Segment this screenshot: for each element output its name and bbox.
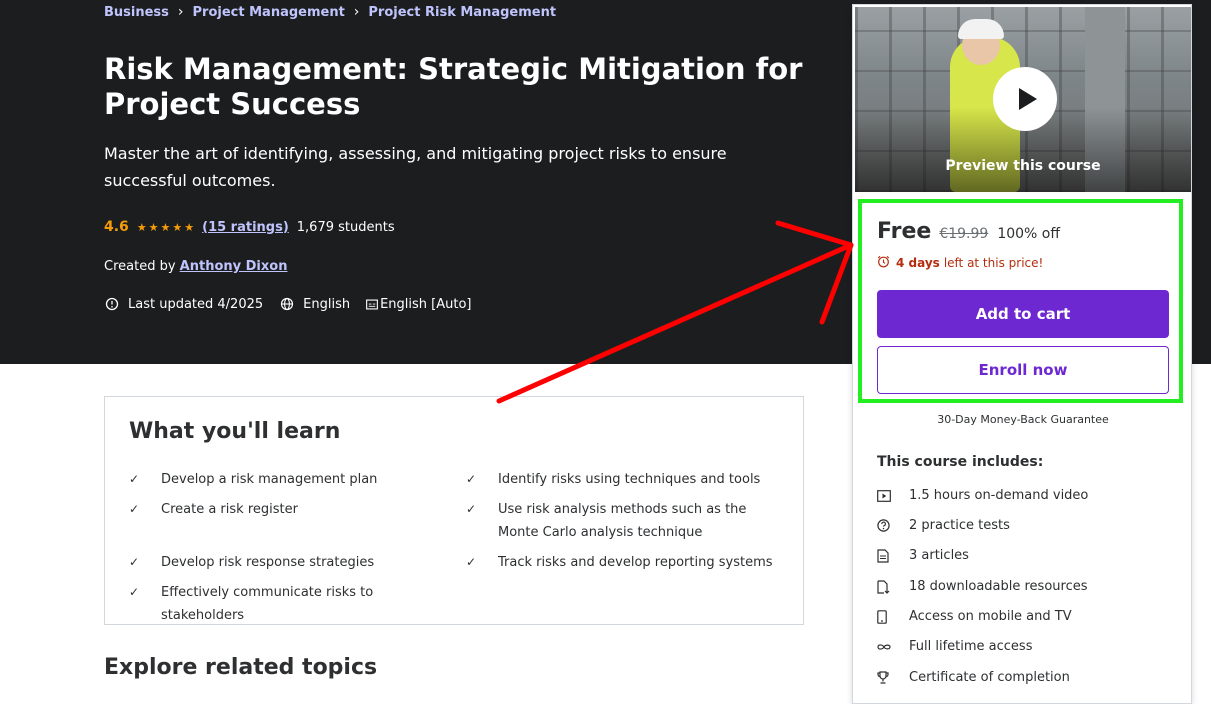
include-item: 1.5 hours on-demand video	[877, 488, 1088, 503]
last-updated: Last updated 4/2025	[104, 296, 263, 312]
video-icon	[877, 489, 909, 502]
check-icon: ✓	[129, 472, 140, 486]
rating-value: 4.6	[104, 219, 129, 235]
learn-item: ✓ Use risk analysis methods such as the …	[466, 498, 786, 544]
learn-item-text: Develop a risk management plan	[161, 472, 378, 487]
alert-badge-icon	[104, 296, 120, 312]
learn-item: ✓ Create a risk register	[129, 498, 449, 521]
learn-item: ✓ Develop a risk management plan	[129, 468, 449, 491]
explore-related-topics-heading: Explore related topics	[104, 655, 378, 680]
include-item-label: 3 articles	[909, 548, 969, 563]
article-icon	[877, 548, 909, 563]
breadcrumb-business[interactable]: Business	[104, 5, 169, 20]
check-icon: ✓	[466, 555, 477, 569]
what-youll-learn: What you'll learn ✓ Develop a risk manag…	[104, 396, 804, 625]
star-rating-icon: ★★★★★	[136, 220, 197, 234]
chevron-right-icon: ›	[353, 4, 360, 20]
ratings-count-link[interactable]: (15 ratings)	[202, 220, 289, 235]
check-icon: ✓	[129, 555, 140, 569]
include-item-label: Access on mobile and TV	[909, 609, 1072, 624]
students-count: 1,679 students	[296, 219, 395, 235]
course-title: Risk Management: Strategic Mitigation fo…	[104, 52, 803, 121]
last-updated-text: Last updated 4/2025	[128, 296, 264, 312]
created-by-label: Created by	[104, 259, 176, 274]
course-language: English	[279, 296, 350, 312]
trophy-icon	[877, 671, 909, 684]
highlight-box	[858, 199, 1183, 403]
preview-course-label[interactable]: Preview this course	[855, 158, 1191, 174]
breadcrumb: Business › Project Management › Project …	[104, 4, 556, 20]
author-link[interactable]: Anthony Dixon	[180, 259, 288, 274]
include-item: Full lifetime access	[877, 639, 1032, 654]
language-text: English	[303, 296, 351, 312]
include-item-label: Full lifetime access	[909, 639, 1033, 654]
learn-item-text: Track risks and develop reporting system…	[498, 555, 773, 570]
include-item-label: 18 downloadable resources	[909, 579, 1088, 594]
course-preview[interactable]: Preview this course	[855, 7, 1191, 192]
question-icon	[877, 519, 909, 532]
course-subtitle: Master the art of identifying, assessing…	[104, 144, 727, 190]
include-item: 3 articles	[877, 548, 969, 563]
globe-icon	[279, 296, 295, 312]
captions-text: English [Auto]	[380, 296, 472, 312]
include-item-label: 1.5 hours on-demand video	[909, 488, 1089, 503]
chevron-right-icon: ›	[177, 4, 184, 20]
mobile-icon	[877, 609, 909, 624]
rating-row: 4.6 ★★★★★ (15 ratings) 1,679 students	[104, 219, 395, 235]
learn-item: ✓ Track risks and develop reporting syst…	[466, 551, 786, 574]
created-by: Created by Anthony Dixon	[104, 259, 287, 274]
include-item: Access on mobile and TV	[877, 609, 1072, 624]
breadcrumb-project-management[interactable]: Project Management	[193, 5, 345, 20]
download-icon	[877, 579, 909, 594]
include-item-label: 2 practice tests	[909, 518, 1010, 533]
course-meta: Last updated 4/2025 English English [Aut…	[104, 296, 488, 312]
include-item-label: Certificate of completion	[909, 670, 1070, 685]
learn-item-text: Develop risk response strategies	[161, 555, 375, 570]
include-item: Certificate of completion	[877, 670, 1070, 685]
money-back-guarantee: 30-Day Money-Back Guarantee	[937, 413, 1109, 426]
check-icon: ✓	[129, 585, 140, 599]
include-item: 18 downloadable resources	[877, 579, 1088, 594]
captions-icon	[366, 296, 379, 312]
include-item: 2 practice tests	[877, 518, 1010, 533]
check-icon: ✓	[466, 472, 477, 486]
learn-item-text: Identify risks using techniques and tool…	[498, 472, 761, 487]
course-captions: English [Auto]	[366, 296, 472, 312]
learn-item: ✓ Identify risks using techniques and to…	[466, 468, 786, 491]
learn-item-text: Effectively communicate risks to stakeho…	[161, 585, 374, 623]
breadcrumb-project-risk-management[interactable]: Project Risk Management	[368, 5, 556, 20]
check-icon: ✓	[466, 502, 477, 516]
check-icon: ✓	[129, 502, 140, 516]
infinity-icon	[877, 643, 909, 651]
play-icon[interactable]	[993, 67, 1057, 131]
includes-title: This course includes:	[877, 454, 1044, 470]
learn-item-text: Create a risk register	[161, 502, 298, 517]
learn-item: ✓ Effectively communicate risks to stake…	[129, 581, 459, 627]
learn-item: ✓ Develop risk response strategies	[129, 551, 449, 574]
learn-item-text: Use risk analysis methods such as the Mo…	[498, 502, 747, 540]
learn-title: What you'll learn	[129, 419, 341, 444]
